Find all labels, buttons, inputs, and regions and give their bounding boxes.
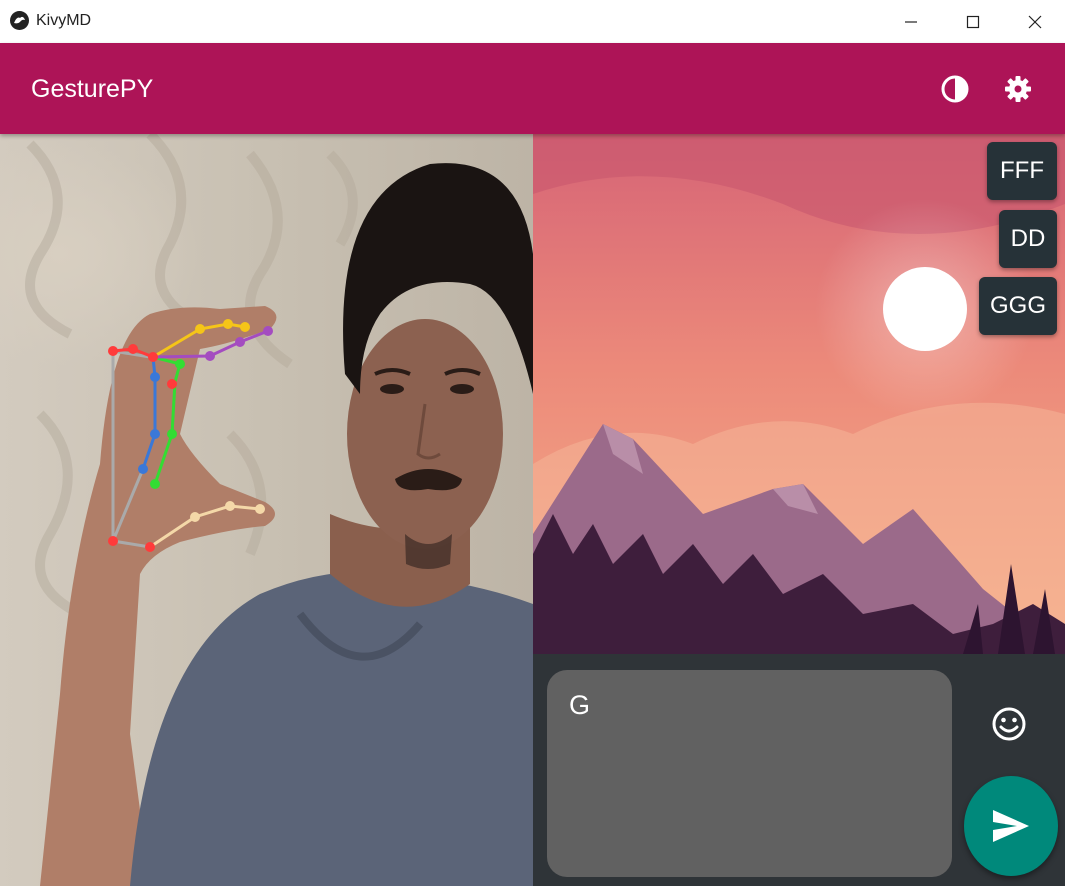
emoji-button[interactable] (989, 704, 1029, 744)
camera-feed (0, 134, 533, 886)
message-input[interactable]: G (547, 670, 952, 877)
top-app-bar: GesturePY (0, 43, 1065, 134)
camera-frame-image (25, 134, 533, 886)
app-title: GesturePY (31, 75, 154, 103)
suggestion-chip-ggg[interactable]: GGG (979, 277, 1057, 335)
window-title: KivyMD (36, 12, 92, 29)
theme-toggle-button[interactable] (938, 72, 972, 106)
maximize-button[interactable] (942, 0, 1004, 43)
suggestion-chip-fff[interactable]: FFF (987, 142, 1057, 200)
maximize-icon (966, 15, 980, 28)
kivy-logo-icon (10, 11, 29, 30)
suggestion-chip-dd[interactable]: DD (999, 210, 1057, 268)
settings-gear-icon (1005, 76, 1031, 102)
close-button[interactable] (1004, 0, 1065, 43)
send-icon (993, 810, 1029, 842)
window-title-bar: KivyMD (0, 0, 1065, 44)
send-button[interactable] (964, 776, 1058, 876)
theme-toggle-icon (941, 75, 969, 103)
landscape-background-image (533, 134, 1065, 654)
message-input-text: G (569, 690, 591, 720)
emoji-smiley-icon (992, 707, 1026, 741)
minimize-icon (905, 20, 917, 23)
right-panel: FFF DD GGG G (533, 134, 1065, 886)
close-icon (1028, 15, 1042, 28)
settings-button[interactable] (1001, 72, 1035, 106)
minimize-button[interactable] (880, 0, 942, 43)
